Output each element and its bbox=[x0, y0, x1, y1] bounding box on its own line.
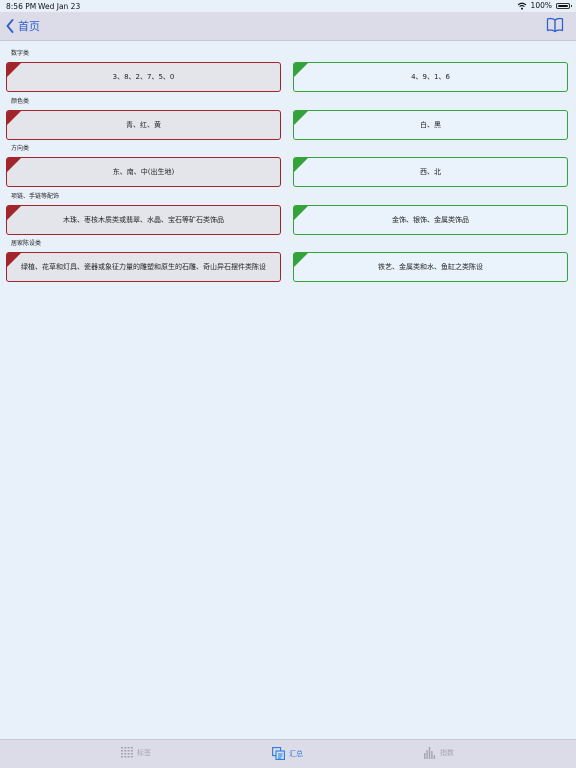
favorable-text: 西、北 bbox=[420, 168, 441, 177]
unfavorable-card[interactable]: 木珠、枣核木质类或翡翠、水晶、宝石等矿石类饰品 bbox=[6, 204, 281, 235]
back-button[interactable]: 首页 bbox=[6, 16, 40, 36]
bar-chart-icon bbox=[424, 747, 435, 759]
unfavorable-card[interactable]: 东、南、中(出生地) bbox=[6, 157, 281, 188]
section-label: 项链、手链等配饰 bbox=[11, 192, 60, 200]
favorable-text: 铁艺、金属类和水、鱼缸之类陈设 bbox=[378, 263, 483, 272]
tab-summary[interactable]: 汇总 bbox=[272, 747, 303, 760]
battery-icon bbox=[556, 2, 572, 9]
battery-percent: 100% bbox=[530, 1, 552, 10]
favorable-card[interactable]: 白、黑 bbox=[293, 109, 568, 140]
favorable-card[interactable]: 4、9、1、6 bbox=[293, 62, 568, 92]
green-corner-ribbon-icon bbox=[294, 158, 308, 173]
green-corner-ribbon-icon bbox=[294, 110, 308, 125]
favorable-text: 金饰、银饰、金属类饰品 bbox=[392, 215, 469, 224]
unfavorable-text: 东、南、中(出生地) bbox=[112, 168, 175, 177]
unfavorable-text: 绿植、花草和灯具、瓷器或象征力量的雕塑和原生的石雕、奇山异石摆件类陈设 bbox=[21, 263, 266, 272]
status-bar: 8:56 PM Wed Jan 23 100% bbox=[0, 0, 576, 12]
nav-bar: 首页 bbox=[0, 12, 576, 41]
favorable-text: 4、9、1、6 bbox=[411, 73, 450, 81]
favorable-card[interactable]: 铁艺、金属类和水、鱼缸之类陈设 bbox=[293, 252, 568, 283]
section-numbers: 数字类 3、8、2、7、5、0 4、9、1、6 bbox=[0, 41, 576, 92]
section-accessories: 项链、手链等配饰 木珠、枣核木质类或翡翠、水晶、宝石等矿石类饰品 金饰、银饰、金… bbox=[0, 184, 576, 235]
green-corner-ribbon-icon bbox=[294, 253, 308, 268]
section-home-decor: 居家陈设类 绿植、花草和灯具、瓷器或象征力量的雕塑和原生的石雕、奇山异石摆件类陈… bbox=[0, 231, 576, 283]
tab-index-label: 指数 bbox=[440, 749, 454, 757]
section-label: 颜色类 bbox=[11, 97, 30, 105]
section-directions: 方向类 东、南、中(出生地) 西、北 bbox=[0, 136, 576, 188]
section-label: 数字类 bbox=[11, 50, 30, 57]
wifi-icon bbox=[517, 2, 526, 10]
back-label: 首页 bbox=[18, 20, 40, 33]
favorable-card[interactable]: 金饰、银饰、金属类饰品 bbox=[293, 204, 568, 235]
tab-summary-label: 汇总 bbox=[289, 749, 303, 758]
favorable-text: 白、黑 bbox=[420, 120, 441, 129]
chevron-left-icon bbox=[6, 19, 14, 33]
red-corner-ribbon-icon bbox=[7, 63, 21, 77]
tab-tags-label: 标签 bbox=[137, 748, 151, 757]
red-corner-ribbon-icon bbox=[7, 253, 21, 268]
unfavorable-card[interactable]: 绿植、花草和灯具、瓷器或象征力量的雕塑和原生的石雕、奇山异石摆件类陈设 bbox=[6, 252, 281, 283]
section-colors: 颜色类 青、红、黄 白、黑 bbox=[0, 89, 576, 140]
content-list: 数字类 3、8、2、7、5、0 4、9、1、6 颜色类 青、红、黄 白、黑 方向… bbox=[0, 41, 576, 283]
section-label: 居家陈设类 bbox=[11, 240, 42, 248]
tab-index[interactable]: 指数 bbox=[424, 747, 454, 759]
summary-icon bbox=[272, 747, 285, 760]
book-icon[interactable] bbox=[546, 17, 564, 33]
red-corner-ribbon-icon bbox=[7, 205, 21, 220]
status-date: Wed Jan 23 bbox=[38, 2, 81, 11]
grid-icon bbox=[121, 747, 133, 758]
status-indicators: 100% bbox=[517, 1, 572, 10]
unfavorable-text: 青、红、黄 bbox=[126, 120, 161, 129]
status-time: 8:56 PM bbox=[6, 2, 37, 11]
unfavorable-card[interactable]: 3、8、2、7、5、0 bbox=[6, 62, 281, 92]
favorable-card[interactable]: 西、北 bbox=[293, 157, 568, 188]
red-corner-ribbon-icon bbox=[7, 110, 21, 125]
green-corner-ribbon-icon bbox=[294, 63, 308, 77]
green-corner-ribbon-icon bbox=[294, 205, 308, 220]
tab-bar: 标签 汇总 指数 bbox=[0, 739, 576, 768]
section-label: 方向类 bbox=[11, 145, 30, 153]
unfavorable-text: 木珠、枣核木质类或翡翠、水晶、宝石等矿石类饰品 bbox=[63, 215, 224, 224]
unfavorable-card[interactable]: 青、红、黄 bbox=[6, 109, 281, 140]
red-corner-ribbon-icon bbox=[7, 158, 21, 173]
tab-tags[interactable]: 标签 bbox=[121, 747, 151, 758]
unfavorable-text: 3、8、2、7、5、0 bbox=[112, 73, 175, 81]
